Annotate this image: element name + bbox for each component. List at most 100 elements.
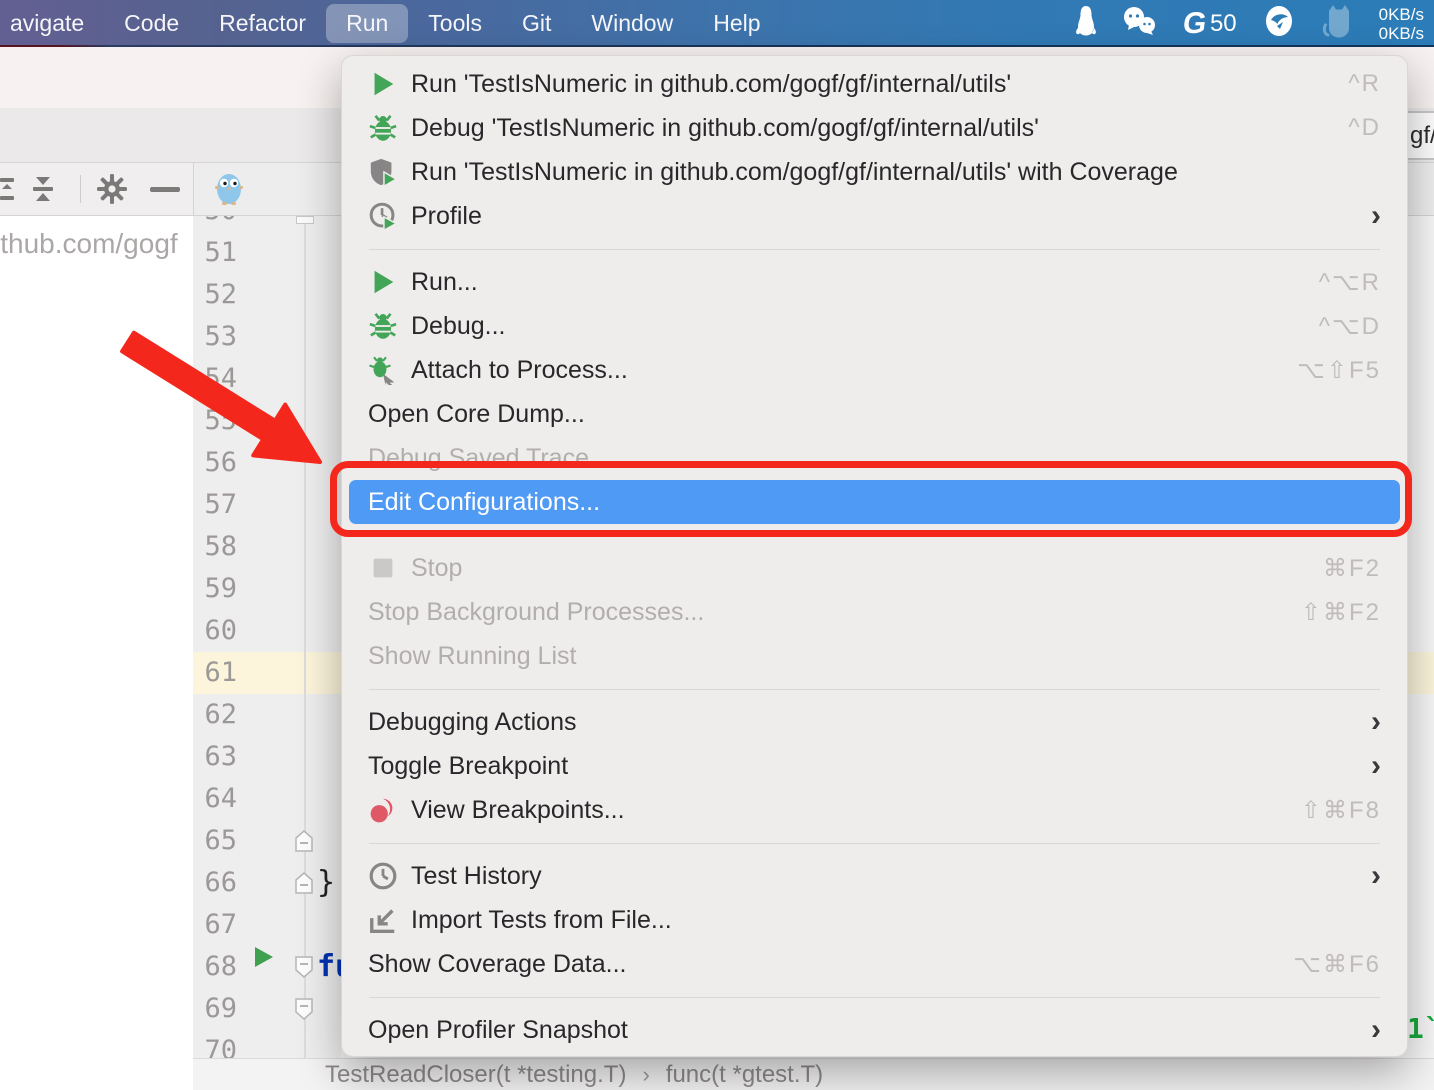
menu-item-attach-to-process[interactable]: Attach to Process... ⌥⇧F5 — [342, 348, 1407, 392]
menu-separator — [342, 238, 1407, 260]
toolbar-divider — [80, 175, 81, 203]
menubar-item-code[interactable]: Code — [104, 4, 199, 43]
dingtalk-icon[interactable] — [1263, 5, 1295, 43]
menu-item-label: Stop Background Processes... — [368, 598, 1281, 627]
line-number: 52 — [193, 274, 237, 316]
run-menu-popup: Run 'TestIsNumeric in github.com/gogf/gf… — [341, 55, 1408, 1057]
menu-item-label: Run 'TestIsNumeric in github.com/gogf/gf… — [411, 70, 1328, 99]
menu-shortcut: ^⌥D — [1319, 312, 1381, 341]
menu-item-label: Test History — [411, 862, 1351, 891]
fold-marker-down-icon[interactable] — [295, 998, 313, 1020]
line-number: 51 — [193, 232, 237, 274]
macos-menubar: avigate Code Refactor Run Tools Git Wind… — [0, 0, 1434, 47]
fold-marker-down-icon[interactable] — [295, 956, 313, 978]
fold-marker-up-icon[interactable] — [295, 830, 313, 852]
menu-item-label: Import Tests from File... — [411, 906, 1381, 935]
menu-item-debug-dialog[interactable]: Debug... ^⌥D — [342, 304, 1407, 348]
import-tests-icon — [368, 905, 398, 935]
project-path-text[interactable]: ithub.com/gogf — [0, 228, 178, 260]
submenu-chevron-icon: › — [1371, 194, 1381, 238]
qq-penguin-icon[interactable] — [1075, 6, 1097, 42]
menubar-item-git[interactable]: Git — [502, 4, 571, 43]
debug-icon — [368, 311, 398, 341]
menubar-items: avigate Code Refactor Run Tools Git Wind… — [0, 4, 781, 43]
network-down: 0KB/s — [1379, 24, 1424, 43]
menu-shortcut: ^D — [1348, 114, 1381, 142]
menu-item-test-history[interactable]: Test History › — [342, 854, 1407, 898]
menubar-item-navigate[interactable]: avigate — [0, 4, 104, 43]
menu-item-edit-configurations[interactable]: Edit Configurations... — [349, 480, 1400, 524]
menu-item-view-breakpoints[interactable]: View Breakpoints... ⇧⌘F8 — [342, 788, 1407, 832]
profile-icon — [368, 201, 398, 231]
breadcrumb-item-testreadcloser[interactable]: TestReadCloser(t *testing.T) — [325, 1061, 626, 1089]
stop-icon — [368, 553, 398, 583]
menu-item-label: Toggle Breakpoint — [368, 752, 1351, 781]
g-meter-icon: G — [1180, 7, 1208, 41]
go-gopher-icon — [214, 172, 244, 211]
menu-shortcut: ⌥⇧F5 — [1297, 356, 1381, 385]
line-number: 69 — [193, 988, 237, 1030]
debug-icon — [368, 113, 398, 143]
fold-marker-up-icon[interactable] — [295, 872, 313, 894]
hide-panel-icon[interactable] — [150, 187, 180, 192]
menu-item-label: Debug... — [411, 312, 1299, 341]
line-number-current: 61 — [193, 652, 237, 694]
menu-item-show-coverage-data[interactable]: Show Coverage Data... ⌥⌘F6 — [342, 942, 1407, 986]
collapse-all-icon[interactable] — [30, 176, 56, 207]
expand-all-icon[interactable] — [0, 176, 16, 207]
menu-shortcut: ^⌥R — [1319, 268, 1381, 297]
submenu-chevron-icon: › — [1371, 854, 1381, 898]
line-number: 60 — [193, 610, 237, 652]
menu-item-run-test[interactable]: Run 'TestIsNumeric in github.com/gogf/gf… — [342, 62, 1407, 106]
line-number: 62 — [193, 694, 237, 736]
breadcrumb-separator-icon: › — [642, 1062, 649, 1088]
line-number: 57 — [193, 484, 237, 526]
menubar-status-icons: G 50 0KB/s 0KB/s — [1075, 0, 1424, 47]
menu-item-debugging-actions[interactable]: Debugging Actions › — [342, 700, 1407, 744]
menu-shortcut: ⌘F2 — [1323, 554, 1381, 583]
menubar-item-tools[interactable]: Tools — [408, 4, 502, 43]
menubar-item-window[interactable]: Window — [571, 4, 693, 43]
attach-bug-icon — [368, 355, 398, 385]
menu-item-open-core-dump[interactable]: Open Core Dump... — [342, 392, 1407, 436]
menu-item-label: Debug 'TestIsNumeric in github.com/gogf/… — [411, 114, 1328, 143]
breadcrumb-item-func[interactable]: func(t *gtest.T) — [666, 1061, 823, 1089]
code-green-snippet: 1` — [1407, 1012, 1434, 1045]
network-speed: 0KB/s 0KB/s — [1379, 5, 1424, 43]
menu-item-run-dialog[interactable]: Run... ^⌥R — [342, 260, 1407, 304]
cat-icon[interactable] — [1321, 4, 1353, 44]
menu-item-label: Open Profiler Snapshot — [368, 1016, 1351, 1045]
menu-item-label: View Breakpoints... — [411, 796, 1281, 825]
menu-item-debug-saved-trace: Debug Saved Trace — [342, 436, 1407, 480]
gear-icon[interactable] — [97, 174, 127, 209]
menu-item-label: Stop — [411, 554, 1303, 583]
menu-item-import-tests[interactable]: Import Tests from File... — [342, 898, 1407, 942]
menubar-item-help[interactable]: Help — [693, 4, 780, 43]
code-close-brace: } — [317, 862, 335, 904]
menu-item-toggle-breakpoint[interactable]: Toggle Breakpoint › — [342, 744, 1407, 788]
menu-item-debug-test[interactable]: Debug 'TestIsNumeric in github.com/gogf/… — [342, 106, 1407, 150]
menu-item-label: Attach to Process... — [411, 356, 1277, 385]
code-func-keyword: fu — [317, 946, 341, 988]
wechat-icon[interactable] — [1123, 7, 1157, 41]
menu-item-label: Profile — [411, 202, 1351, 231]
line-number: 59 — [193, 568, 237, 610]
menu-item-run-with-coverage[interactable]: Run 'TestIsNumeric in github.com/gogf/gf… — [342, 150, 1407, 194]
screen: avigate Code Refactor Run Tools Git Wind… — [0, 0, 1434, 1090]
menu-item-open-profiler-snapshot[interactable]: Open Profiler Snapshot › — [342, 1008, 1407, 1052]
line-number: 56 — [193, 442, 237, 484]
menu-separator — [342, 832, 1407, 854]
menubar-item-run[interactable]: Run — [326, 4, 408, 43]
line-number: 53 — [193, 316, 237, 358]
menubar-item-refactor[interactable]: Refactor — [199, 4, 326, 43]
navbar-path-chip[interactable]: gf/ — [1405, 111, 1434, 160]
line-numbers: 50 51 52 53 54 55 56 57 58 59 60 61 62 6… — [193, 216, 237, 1058]
line-number: 50 — [193, 216, 237, 232]
line-number: 55 — [193, 400, 237, 442]
g-meter-badge[interactable]: G 50 — [1183, 7, 1237, 41]
menu-item-profile[interactable]: Profile › — [342, 194, 1407, 238]
menu-item-label: Open Core Dump... — [368, 400, 1381, 429]
run-test-gutter-icon[interactable] — [254, 946, 274, 968]
g-meter-value: 50 — [1210, 10, 1237, 38]
menu-separator — [342, 986, 1407, 1008]
